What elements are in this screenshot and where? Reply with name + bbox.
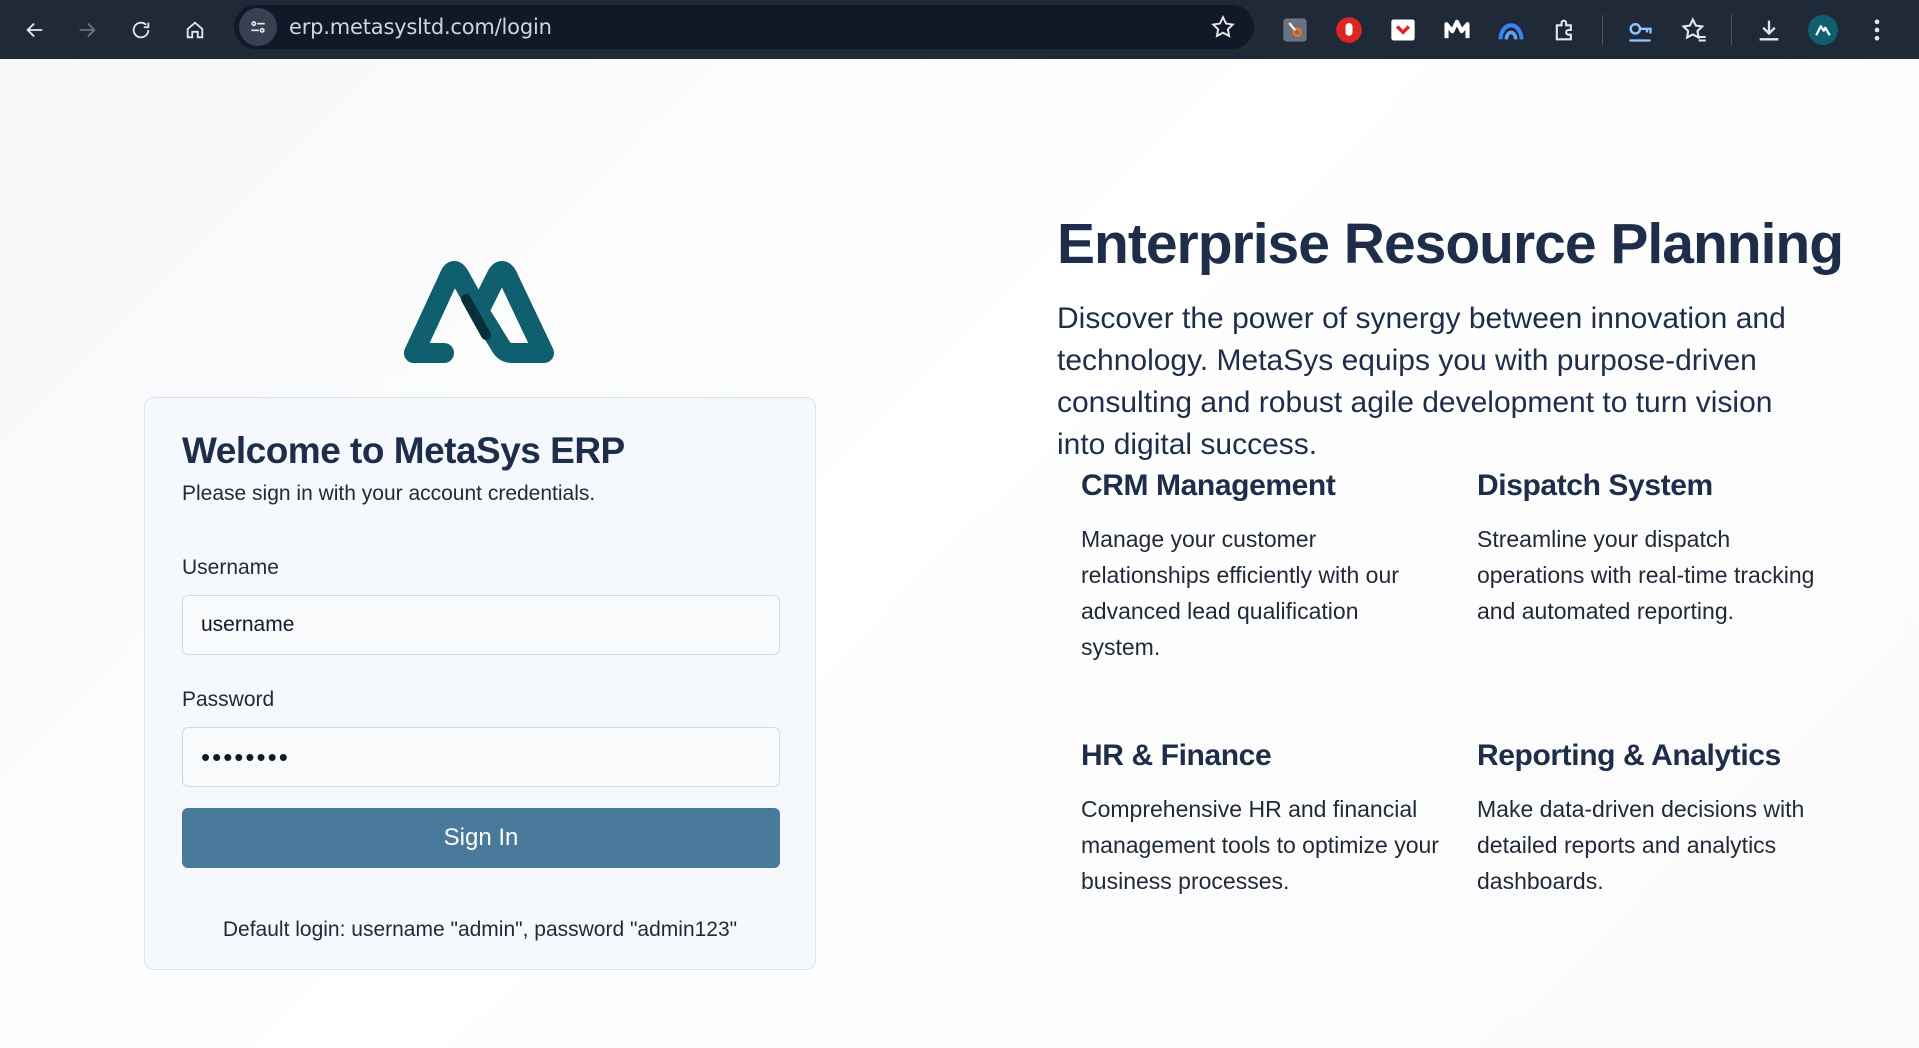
stop-hand-icon	[1336, 16, 1362, 43]
star-list-icon	[1681, 16, 1706, 42]
url-text[interactable]: erp.metasysltd.com/login	[289, 15, 552, 39]
feature-description: Comprehensive HR and financial managemen…	[1081, 796, 1439, 894]
password-manager-button[interactable]	[1618, 8, 1662, 52]
puzzle-icon	[1555, 19, 1572, 40]
bookmark-star-icon[interactable]	[1210, 14, 1236, 40]
card-subtitle: Please sign in with your account credent…	[182, 482, 596, 505]
feature-reporting: Reporting & Analytics Make data-driven d…	[1477, 739, 1837, 899]
feature-dispatch: Dispatch System Streamline your dispatch…	[1477, 469, 1837, 629]
hero-description: Discover the power of synergy between in…	[1057, 302, 1786, 461]
toolbar-separator-2	[1731, 14, 1732, 45]
extension-m[interactable]	[1435, 8, 1479, 52]
pocket-icon	[1391, 19, 1415, 40]
back-arrow-icon	[26, 22, 43, 37]
password-field[interactable]	[182, 727, 780, 787]
card-title: Welcome to MetaSys ERP	[182, 430, 625, 471]
key-icon	[1629, 22, 1652, 42]
arc-icon	[1498, 22, 1524, 39]
login-card: Welcome to MetaSys ERP Please sign in wi…	[144, 397, 816, 970]
toolbar-separator	[1602, 14, 1603, 45]
metasys-avatar-icon	[1815, 24, 1831, 36]
extensions-button[interactable]	[1543, 8, 1587, 52]
site-info-button[interactable]	[239, 8, 277, 46]
home-icon	[186, 20, 204, 38]
password-label: Password	[182, 688, 275, 711]
feature-hr-finance: HR & Finance Comprehensive HR and financ…	[1081, 739, 1441, 899]
address-bar[interactable]: erp.metasysltd.com/login	[234, 5, 1254, 49]
extensions-area	[1268, 0, 1904, 59]
avatar	[1808, 14, 1838, 45]
profile-button[interactable]	[1801, 8, 1845, 52]
hubspot-icon	[1283, 17, 1307, 42]
default-login-hint: Default login: username "admin", passwor…	[222, 918, 738, 941]
feature-title: CRM Management	[1081, 469, 1336, 502]
kebab-menu-icon	[1874, 19, 1880, 40]
username-label: Username	[182, 556, 279, 579]
m-logo-icon	[1444, 19, 1470, 38]
feature-crm: CRM Management Manage your customer rela…	[1081, 469, 1441, 665]
feature-description: Make data-driven decisions with detailed…	[1477, 796, 1805, 894]
feature-title: HR & Finance	[1081, 739, 1272, 772]
feature-title: Reporting & Analytics	[1477, 739, 1781, 772]
extension-arc[interactable]	[1489, 8, 1533, 52]
username-field[interactable]	[182, 595, 780, 655]
forward-button[interactable]	[60, 0, 114, 59]
metasys-logo-icon	[404, 261, 554, 363]
feature-description: Streamline your dispatch operations with…	[1477, 526, 1815, 624]
forward-arrow-icon	[79, 22, 96, 37]
hero-title: Enterprise Resource Planning	[1057, 212, 1844, 276]
extension-hubspot[interactable]	[1273, 8, 1317, 52]
extension-pocket[interactable]	[1381, 8, 1425, 52]
back-button[interactable]	[8, 0, 62, 59]
login-page: Welcome to MetaSys ERP Please sign in wi…	[0, 59, 1919, 1048]
downloads-button[interactable]	[1747, 8, 1791, 52]
sign-in-button[interactable]: Sign In	[182, 808, 780, 868]
bookmarks-button[interactable]	[1672, 8, 1716, 52]
browser-menu-button[interactable]	[1855, 8, 1899, 52]
tune-icon	[251, 21, 265, 33]
reload-icon	[132, 21, 150, 38]
feature-title: Dispatch System	[1477, 469, 1713, 502]
browser-toolbar: erp.metasysltd.com/login	[0, 0, 1919, 59]
download-icon	[1759, 20, 1779, 40]
extension-red-hand[interactable]	[1327, 8, 1371, 52]
home-button[interactable]	[168, 0, 222, 59]
reload-button[interactable]	[114, 0, 168, 59]
feature-description: Manage your customer relationships effic…	[1081, 526, 1399, 660]
